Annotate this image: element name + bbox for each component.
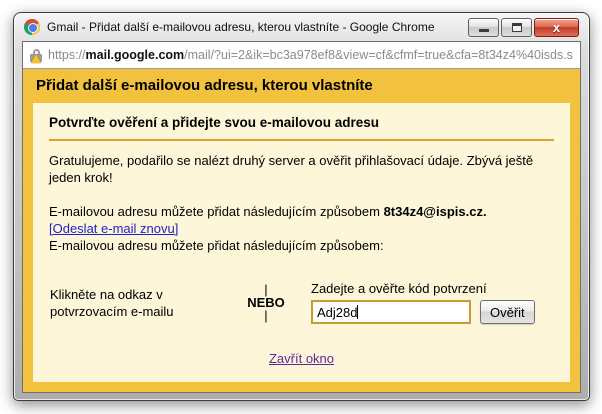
url-protocol: https:// [48,48,86,62]
options-row: Klikněte na odkaz v potvrzovacím e-mailu… [49,281,554,324]
url-text[interactable]: https://mail.google.com/mail/?ui=2&ik=bc… [48,48,573,62]
panel-heading: Potvrďte ověření a přidejte svou e-mailo… [49,115,554,130]
close-window-link[interactable]: Zavřít okno [269,351,334,366]
or-divider: | NEBO | [235,284,297,321]
address-bar[interactable]: https://mail.google.com/mail/?ui=2&ik=bc… [23,42,580,69]
divider [49,139,554,141]
maximize-icon [512,23,522,32]
close-button[interactable]: x [534,18,579,37]
text-caret [357,305,358,319]
minimize-button[interactable] [468,18,499,37]
dialog-title: Přidat další e-mailovou adresu, kterou v… [33,74,570,103]
dialog-content: Přidat další e-mailovou adresu, kterou v… [23,69,580,392]
minimize-icon [479,29,489,32]
chrome-logo-icon [24,19,40,35]
close-row: Zavřít okno [49,351,554,366]
url-path: /mail/?ui=2&ik=bc3a978ef8&view=cf&cfmf=t… [184,48,573,62]
maximize-button[interactable] [501,18,532,37]
padlock-warning-icon[interactable] [30,48,43,63]
close-icon: x [553,21,560,34]
option-code-entry: Zadejte a ověřte kód potvrzení Ověřit [311,281,535,324]
url-host: mail.google.com [86,48,185,62]
dialog-panel: Potvrďte ověření a přidejte svou e-mailo… [33,103,570,382]
code-label: Zadejte a ověřte kód potvrzení [311,281,535,296]
resend-email-link[interactable]: [Odeslat e-mail znovu] [49,221,178,236]
browser-client-area: https://mail.google.com/mail/?ui=2&ik=bc… [22,41,581,393]
confirmation-code-input[interactable] [311,300,471,324]
resend-line: [Odeslat e-mail znovu] [49,220,554,237]
browser-window: Gmail - Přidat další e-mailovou adresu, … [13,12,590,401]
window-titlebar[interactable]: Gmail - Přidat další e-mailovou adresu, … [22,13,581,41]
method-line-2: E-mailovou adresu můžete přidat následuj… [49,237,554,254]
window-controls: x [468,18,579,37]
verify-button[interactable]: Ověřit [480,300,535,324]
window-title: Gmail - Přidat další e-mailovou adresu, … [47,20,435,34]
option-click-link-text: Klikněte na odkaz v potvrzovacím e-mailu [49,286,235,320]
email-address: 8t34z4@ispis.cz. [384,204,487,219]
method-block: E-mailovou adresu můžete přidat následuj… [49,203,554,254]
congrats-text: Gratulujeme, podařilo se nalézt druhý se… [49,152,561,186]
method-line-1: E-mailovou adresu můžete přidat následuj… [49,203,554,220]
